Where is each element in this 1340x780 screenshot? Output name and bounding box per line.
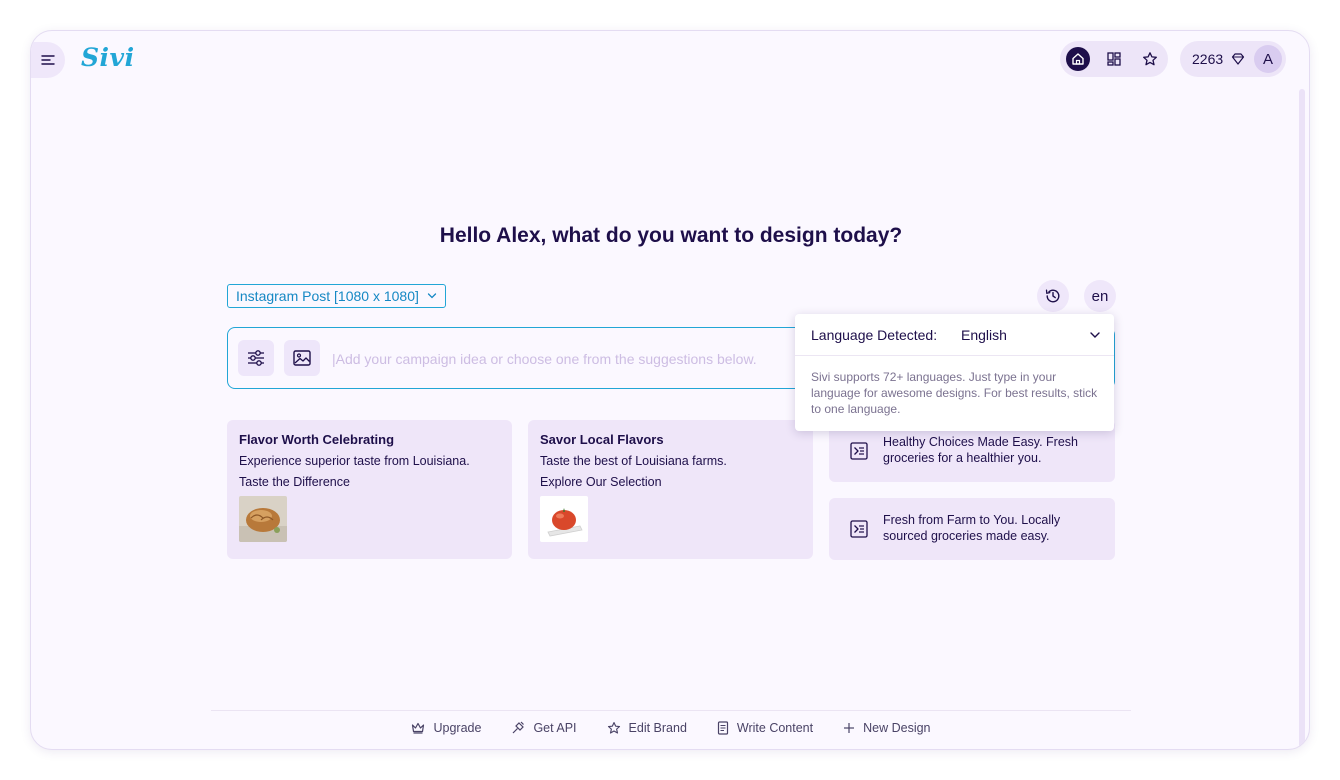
new-design-label: New Design	[863, 721, 931, 735]
write-content-label: Write Content	[736, 721, 814, 735]
language-popover-header: Language Detected: English	[795, 314, 1114, 356]
get-api-link[interactable]: Get API	[511, 721, 577, 735]
chevron-down-icon	[427, 293, 437, 299]
prompt-icon	[850, 520, 868, 538]
language-select[interactable]: English	[955, 323, 1101, 347]
card-title: Flavor Worth Celebrating	[239, 432, 395, 447]
suggestion-card[interactable]: Savor Local Flavors Taste the best of Lo…	[528, 420, 813, 559]
prompt-suggestion[interactable]: Fresh from Farm to You. Locally sourced …	[829, 498, 1115, 560]
history-icon	[1045, 289, 1060, 303]
prompt-icon	[850, 442, 868, 460]
format-select-value: Instagram Post [1080 x 1080]	[236, 288, 419, 304]
tomato-image	[540, 496, 588, 542]
credit-count: 2263	[1192, 51, 1224, 67]
crown-icon	[412, 722, 425, 734]
language-popover: Language Detected: English Sivi supports…	[795, 314, 1114, 431]
credits-pill[interactable]: 2263 A	[1180, 41, 1286, 77]
upgrade-link[interactable]: Upgrade	[411, 721, 481, 735]
menu-button[interactable]	[31, 42, 65, 78]
new-design-link[interactable]: New Design	[843, 721, 931, 735]
plug-icon	[513, 721, 525, 734]
favorites-button[interactable]	[1138, 47, 1162, 71]
card-subtitle: Taste the best of Louisiana farms.	[540, 454, 727, 468]
settings-button[interactable]	[238, 340, 274, 376]
hamburger-icon	[41, 55, 55, 65]
card-subtitle: Experience superior taste from Louisiana…	[239, 454, 470, 468]
home-icon	[1072, 53, 1084, 65]
suggestion-text: Fresh from Farm to You. Locally sourced …	[883, 513, 1061, 543]
card-cta: Taste the Difference	[239, 475, 350, 489]
page-title: Hello Alex, what do you want to design t…	[439, 224, 903, 247]
suggestion-card[interactable]: Flavor Worth Celebrating Experience supe…	[227, 420, 512, 559]
star-icon	[1143, 52, 1157, 66]
bread-image	[239, 496, 287, 542]
edit-brand-label: Edit Brand	[628, 721, 687, 735]
diamond-icon	[1232, 53, 1245, 65]
edit-brand-link[interactable]: Edit Brand	[607, 721, 687, 735]
prompt-input[interactable]	[332, 348, 792, 370]
chevron-down-icon	[1090, 332, 1100, 338]
get-api-label: Get API	[533, 721, 577, 735]
language-button[interactable]: en	[1084, 280, 1116, 312]
grid-icon	[1107, 52, 1121, 66]
app-window: Sivi 2263 A Hello Alex, what do you want…	[30, 30, 1310, 750]
language-description: Sivi supports 72+ languages. Just type i…	[811, 370, 1098, 416]
footer-bar: Upgrade Get API Edit Brand Write Content…	[31, 721, 1309, 735]
scrollbar[interactable]	[1299, 89, 1305, 749]
avatar[interactable]: A	[1254, 45, 1282, 73]
card-title: Savor Local Flavors	[540, 432, 664, 447]
image-icon	[293, 350, 311, 366]
suggestion-text: Healthy Choices Made Easy. Fresh groceri…	[883, 435, 1078, 465]
format-select[interactable]: Instagram Post [1080 x 1080]	[227, 284, 446, 308]
sliders-icon	[248, 350, 264, 366]
footer-divider	[211, 710, 1131, 711]
history-button[interactable]	[1037, 280, 1069, 312]
home-button[interactable]	[1066, 47, 1090, 71]
image-upload-button[interactable]	[284, 340, 320, 376]
sivi-logo[interactable]: Sivi	[81, 43, 135, 72]
star-icon	[607, 722, 620, 734]
card-cta: Explore Our Selection	[540, 475, 662, 489]
designs-grid-button[interactable]	[1102, 47, 1126, 71]
upgrade-label: Upgrade	[433, 721, 482, 735]
write-content-link[interactable]: Write Content	[717, 721, 813, 735]
top-nav	[1060, 41, 1168, 77]
language-select-value: English	[961, 327, 1007, 343]
document-icon	[717, 721, 729, 735]
plus-icon	[844, 723, 855, 733]
language-detected-label: Language Detected:	[811, 327, 938, 343]
